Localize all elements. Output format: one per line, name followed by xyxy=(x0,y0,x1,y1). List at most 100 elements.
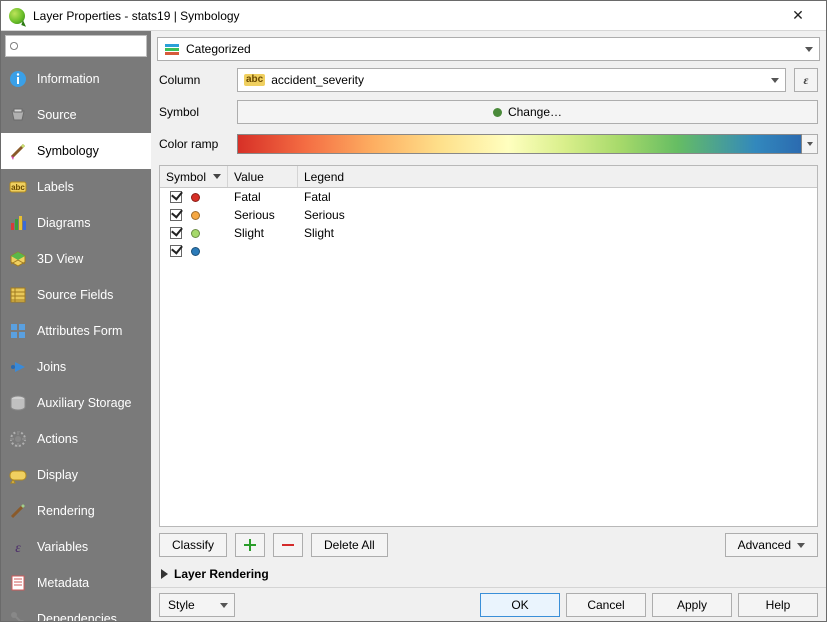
header-value[interactable]: Value xyxy=(228,166,298,187)
attributesform-icon xyxy=(9,322,27,340)
renderer-type-label: Categorized xyxy=(186,42,251,56)
category-row[interactable]: FatalFatal xyxy=(160,188,817,206)
category-symbol-swatch xyxy=(191,229,200,238)
sidebar-item-metadata[interactable]: Metadata xyxy=(1,565,151,601)
help-button[interactable]: Help xyxy=(738,593,818,617)
layer-rendering-toggle[interactable]: Layer Rendering xyxy=(151,563,826,587)
change-symbol-button[interactable]: Change… xyxy=(237,100,818,124)
sidebar-item-diagrams[interactable]: Diagrams xyxy=(1,205,151,241)
sidebar-item-label: Source Fields xyxy=(37,288,113,302)
sidebar-item-label: Symbology xyxy=(37,144,99,158)
classify-button[interactable]: Classify xyxy=(159,533,227,557)
sidebar-item-label: Labels xyxy=(37,180,74,194)
cancel-button[interactable]: Cancel xyxy=(566,593,646,617)
sidebar-item-labels[interactable]: abc Labels xyxy=(1,169,151,205)
sidebar-item-label: Variables xyxy=(37,540,88,554)
sort-indicator-icon xyxy=(213,174,221,179)
sidebar-item-dependencies[interactable]: Dependencies xyxy=(1,601,151,621)
sourcefields-icon xyxy=(9,286,27,304)
sidebar-item-label: Actions xyxy=(37,432,78,446)
metadata-icon xyxy=(9,574,27,592)
sidebar-search-input[interactable] xyxy=(5,35,147,57)
sidebar-item-label: 3D View xyxy=(37,252,83,266)
field-type-abc-icon: abc xyxy=(244,74,265,86)
sidebar-item-sourcefields[interactable]: Source Fields xyxy=(1,277,151,313)
delete-all-button[interactable]: Delete All xyxy=(311,533,388,557)
joins-icon xyxy=(9,358,27,376)
window-title: Layer Properties - stats19 | Symbology xyxy=(33,9,778,23)
category-row[interactable] xyxy=(160,242,817,260)
display-icon xyxy=(9,466,27,484)
color-ramp-menu-button[interactable] xyxy=(802,134,818,154)
title-bar: Layer Properties - stats19 | Symbology ✕ xyxy=(1,1,826,31)
chevron-down-icon xyxy=(805,47,813,52)
remove-category-button[interactable] xyxy=(273,533,303,557)
sidebar-item-label: Attributes Form xyxy=(37,324,122,338)
category-row[interactable]: SeriousSerious xyxy=(160,206,817,224)
header-symbol[interactable]: Symbol xyxy=(160,166,228,187)
labels-icon: abc xyxy=(9,178,27,196)
sidebar-item-label: Auxiliary Storage xyxy=(37,396,132,410)
category-symbol-swatch xyxy=(191,211,200,220)
variables-icon: ε xyxy=(9,538,27,556)
category-value: Slight xyxy=(228,226,298,240)
category-symbol-swatch xyxy=(191,247,200,256)
category-symbol-swatch xyxy=(191,193,200,202)
minus-icon xyxy=(282,544,294,546)
3dview-icon xyxy=(9,250,27,268)
sidebar-item-rendering[interactable]: Rendering xyxy=(1,493,151,529)
apply-button[interactable]: Apply xyxy=(652,593,732,617)
advanced-button[interactable]: Advanced xyxy=(725,533,818,557)
sidebar-item-label: Diagrams xyxy=(37,216,91,230)
sidebar-item-label: Information xyxy=(37,72,100,86)
close-button[interactable]: ✕ xyxy=(778,2,818,30)
category-value: Fatal xyxy=(228,190,298,204)
renderer-type-dropdown[interactable]: Categorized xyxy=(157,37,820,61)
style-menu-button[interactable]: Style xyxy=(159,593,235,617)
sidebar-item-label: Rendering xyxy=(37,504,95,518)
plus-icon xyxy=(244,539,256,551)
chevron-down-icon xyxy=(771,78,779,83)
sidebar-item-label: Source xyxy=(37,108,77,122)
sidebar-item-label: Metadata xyxy=(37,576,89,590)
app-icon xyxy=(9,8,25,24)
ok-button[interactable]: OK xyxy=(480,593,560,617)
symbol-label: Symbol xyxy=(159,105,229,119)
change-symbol-label: Change… xyxy=(508,105,562,119)
svg-text:abc: abc xyxy=(11,183,25,192)
sidebar-item-source[interactable]: Source xyxy=(1,97,151,133)
category-visibility-checkbox[interactable] xyxy=(170,245,182,257)
symbol-preview-dot xyxy=(493,108,502,117)
chevron-down-icon xyxy=(220,603,228,608)
expression-builder-button[interactable]: ε xyxy=(794,68,818,92)
category-visibility-checkbox[interactable] xyxy=(170,227,182,239)
sidebar-item-label: Joins xyxy=(37,360,66,374)
sidebar-item-label: Dependencies xyxy=(37,612,117,621)
sidebar-item-actions[interactable]: Actions xyxy=(1,421,151,457)
header-legend[interactable]: Legend xyxy=(298,166,817,187)
sidebar-item-joins[interactable]: Joins xyxy=(1,349,151,385)
category-value: Serious xyxy=(228,208,298,222)
sidebar-item-variables[interactable]: ε Variables xyxy=(1,529,151,565)
chevron-down-icon xyxy=(797,543,805,548)
svg-text:ε: ε xyxy=(15,541,21,556)
color-ramp-label: Color ramp xyxy=(159,137,229,151)
sidebar-item-auxiliarystorage[interactable]: Auxiliary Storage xyxy=(1,385,151,421)
category-visibility-checkbox[interactable] xyxy=(170,209,182,221)
triangle-right-icon xyxy=(161,569,168,579)
symbology-panel: Categorized Column abc accident_severity… xyxy=(151,31,826,621)
diagrams-icon xyxy=(9,214,27,232)
category-legend: Fatal xyxy=(298,190,817,204)
category-visibility-checkbox[interactable] xyxy=(170,191,182,203)
column-dropdown[interactable]: abc accident_severity xyxy=(237,68,786,92)
sidebar-item-attributesform[interactable]: Attributes Form xyxy=(1,313,151,349)
sidebar-item-3dview[interactable]: 3D View xyxy=(1,241,151,277)
category-legend: Serious xyxy=(298,208,817,222)
category-row[interactable]: SlightSlight xyxy=(160,224,817,242)
sidebar-item-display[interactable]: Display xyxy=(1,457,151,493)
sidebar-item-symbology[interactable]: Symbology xyxy=(1,133,151,169)
categories-table: Symbol Value Legend FatalFatalSeriousSer… xyxy=(159,165,818,527)
sidebar-item-information[interactable]: Information xyxy=(1,61,151,97)
add-category-button[interactable] xyxy=(235,533,265,557)
color-ramp-selector[interactable] xyxy=(237,134,802,154)
